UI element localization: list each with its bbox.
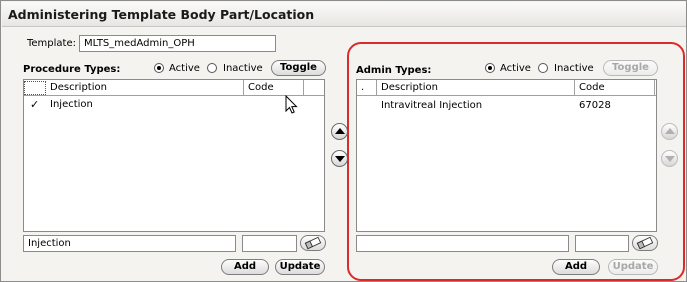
procedure-inactive-radio[interactable] <box>207 63 217 73</box>
move-down-button[interactable] <box>331 150 348 167</box>
move-up-button[interactable] <box>331 123 348 140</box>
admin-move-down-button[interactable] <box>661 150 678 167</box>
dialog-window: Administering Template Body Part/Locatio… <box>0 0 687 282</box>
admin-add-button[interactable]: Add <box>552 259 600 275</box>
procedure-types-table[interactable]: Description Code ✓ Injection <box>23 79 325 232</box>
row-description: Intravitreal Injection <box>381 100 483 111</box>
admin-toggle-button[interactable]: Toggle <box>603 60 658 76</box>
row-description: Injection <box>50 99 93 110</box>
procedure-col-code[interactable]: Code <box>244 80 304 95</box>
procedure-table-header: Description Code <box>24 80 324 96</box>
admin-code-input[interactable] <box>575 235 629 252</box>
procedure-col-description[interactable]: Description <box>46 80 244 95</box>
admin-col-description[interactable]: Description <box>377 80 575 95</box>
checkmark-icon: ✓ <box>30 98 40 111</box>
triangle-up-icon <box>665 128 675 134</box>
procedure-active-radio[interactable] <box>154 63 164 73</box>
procedure-update-button[interactable]: Update <box>275 259 325 275</box>
admin-types-table[interactable]: . Description Code Intravitreal Injectio… <box>356 79 657 232</box>
procedure-inactive-label: Inactive <box>223 63 263 74</box>
admin-col-marker[interactable]: . <box>357 80 377 95</box>
mouse-pointer-icon <box>285 95 298 114</box>
triangle-down-icon <box>665 156 675 162</box>
admin-types-heading: Admin Types: <box>356 65 432 76</box>
template-input[interactable]: MLTS_medAdmin_OPH <box>79 35 276 52</box>
admin-inactive-radio[interactable] <box>538 63 548 73</box>
procedure-code-input[interactable] <box>242 235 297 252</box>
row-code: 67028 <box>579 100 611 111</box>
admin-update-button[interactable]: Update <box>608 259 658 275</box>
template-label: Template: <box>27 38 76 49</box>
eraser-icon <box>636 236 654 250</box>
admin-table-header: . Description Code <box>357 80 656 96</box>
admin-active-label: Active <box>500 63 531 74</box>
admin-inactive-label: Inactive <box>554 63 594 74</box>
admin-col-code[interactable]: Code <box>575 80 655 95</box>
admin-move-up-button[interactable] <box>661 123 678 140</box>
procedure-active-label: Active <box>169 63 200 74</box>
table-row[interactable]: Intravitreal Injection 67028 <box>357 98 656 113</box>
admin-active-radio[interactable] <box>485 63 495 73</box>
table-row[interactable]: ✓ Injection <box>24 97 324 112</box>
procedure-types-heading: Procedure Types: <box>23 64 121 75</box>
triangle-down-icon <box>335 156 345 162</box>
window-title: Administering Template Body Part/Locatio… <box>2 2 686 27</box>
procedure-description-input[interactable]: Injection <box>23 235 236 252</box>
procedure-toggle-button[interactable]: Toggle <box>271 60 326 76</box>
procedure-col-marker[interactable] <box>24 81 46 95</box>
eraser-icon <box>304 236 322 250</box>
procedure-clear-button[interactable] <box>300 235 326 251</box>
admin-clear-button[interactable] <box>632 235 658 251</box>
admin-description-input[interactable] <box>356 235 569 252</box>
procedure-add-button[interactable]: Add <box>221 259 269 275</box>
triangle-up-icon <box>335 128 345 134</box>
